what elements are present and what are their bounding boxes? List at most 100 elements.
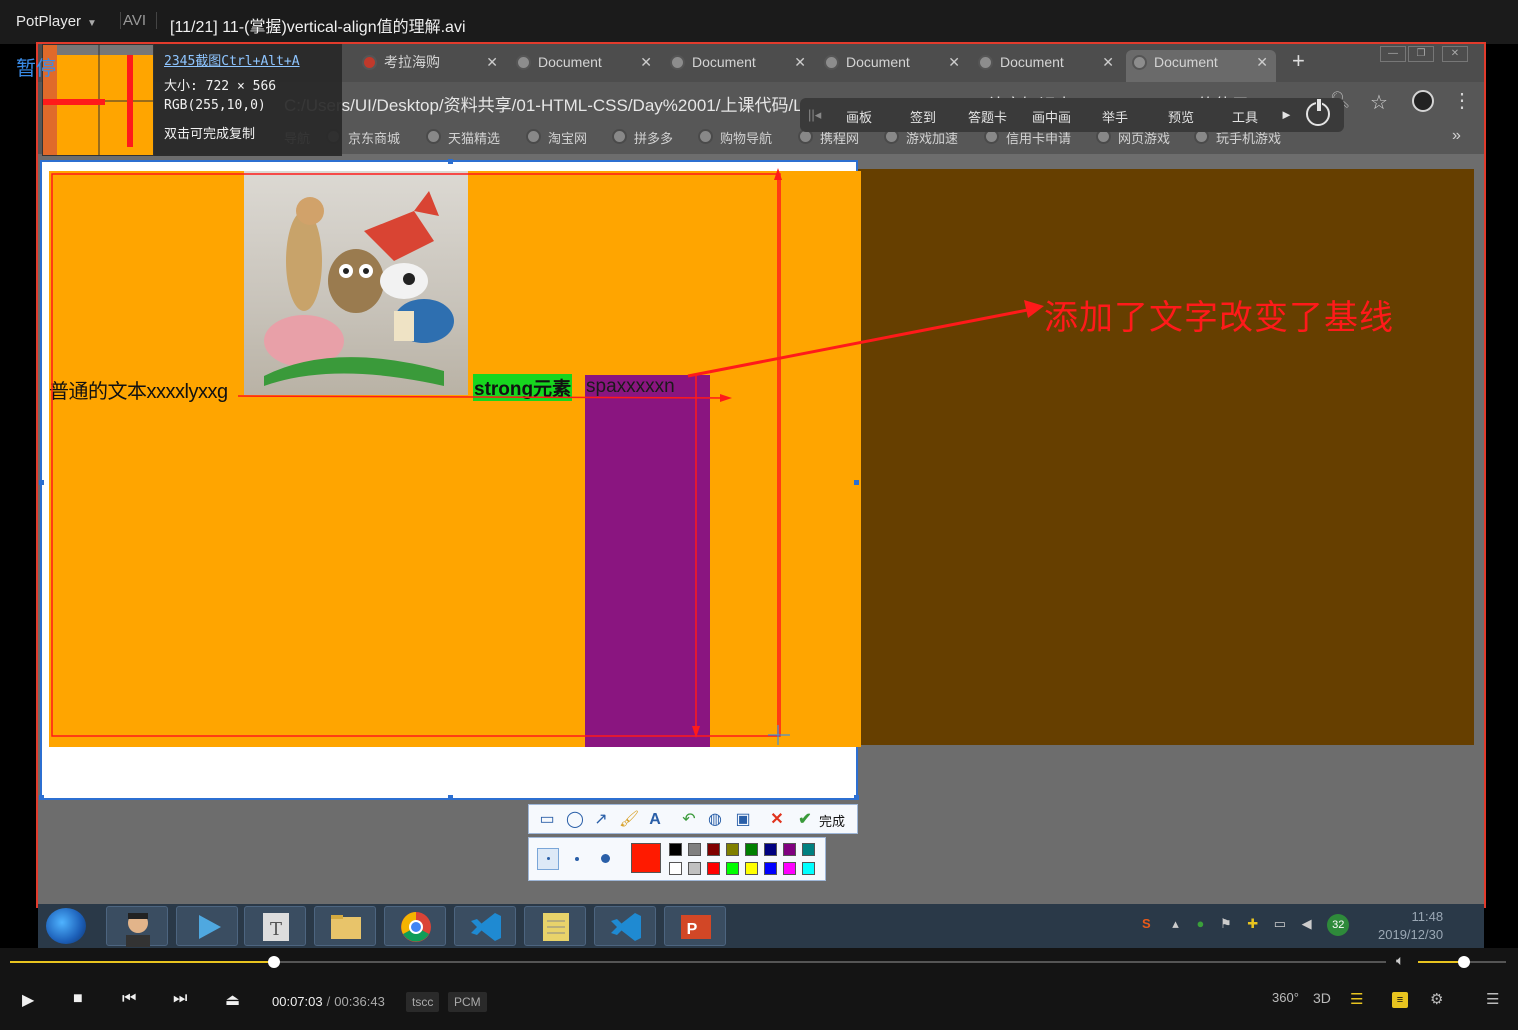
chevron-down-icon: ▼ bbox=[87, 18, 97, 29]
start-button[interactable] bbox=[46, 908, 86, 944]
color-swatch[interactable] bbox=[688, 862, 701, 875]
clock-time: 11:48 bbox=[1411, 909, 1444, 924]
notepad-icon bbox=[543, 913, 569, 941]
rectangle-tool-icon[interactable]: ▭ bbox=[537, 810, 557, 830]
color-swatch[interactable] bbox=[707, 862, 720, 875]
color-swatch[interactable] bbox=[802, 862, 815, 875]
tray-expand-icon[interactable]: ▴ bbox=[1172, 916, 1179, 931]
taskbar-app-explorer[interactable] bbox=[314, 906, 376, 946]
cancel-icon[interactable]: ✕ bbox=[767, 810, 787, 830]
capture-size: 大小: 722 × 566 bbox=[164, 79, 277, 94]
selected-color[interactable] bbox=[631, 843, 661, 873]
save-icon[interactable]: ▣ bbox=[733, 810, 753, 830]
volume-knob[interactable] bbox=[1457, 956, 1470, 968]
vscode-icon bbox=[471, 913, 501, 941]
color-palette bbox=[528, 837, 826, 881]
time-current: 00:07:03 bbox=[272, 994, 323, 1009]
time-display: 00:07:03/00:36:43 bbox=[272, 994, 385, 1009]
next-button[interactable]: ⏭︎ bbox=[173, 990, 187, 1008]
vscode-icon bbox=[611, 913, 641, 941]
hamburger-menu-icon[interactable]: ☰ bbox=[1486, 990, 1499, 1008]
speaker-icon[interactable]: ◀ bbox=[1302, 916, 1312, 931]
color-swatch[interactable] bbox=[726, 843, 739, 856]
taskbar-app-avatar[interactable] bbox=[106, 906, 168, 947]
taskbar-app-vscode-2[interactable] bbox=[594, 906, 656, 946]
magnifier bbox=[42, 44, 154, 156]
player-menu-button[interactable]: PotPlayer ▼ bbox=[6, 6, 110, 38]
undo-icon[interactable]: ↶ bbox=[679, 810, 699, 830]
svg-text:T: T bbox=[270, 919, 282, 940]
svg-text:P: P bbox=[687, 921, 698, 938]
tray-security-icon[interactable]: ● bbox=[1196, 916, 1204, 931]
large-dot-size[interactable] bbox=[601, 854, 610, 863]
play-icon bbox=[199, 915, 221, 939]
sogou-icon[interactable]: S bbox=[1142, 916, 1151, 931]
capture-hint: 双击可完成复制 bbox=[164, 127, 256, 142]
player-controls: 🔈︎ ▶ ■ ⏮︎ ⏭︎ ⏏︎ 00:07:03/00:36:43 tscc P… bbox=[0, 948, 1518, 1030]
eject-button[interactable]: ⏏︎ bbox=[225, 990, 240, 1010]
capture-toolbar: ▭ ◯ ↗ 🖌︎ A ↶ ◍ ▣ ✕ ✔ 完成 bbox=[528, 804, 858, 834]
color-swatch[interactable] bbox=[707, 843, 720, 856]
network-icon[interactable]: ▭ bbox=[1274, 916, 1286, 931]
person-icon bbox=[126, 913, 150, 947]
magnifier-view bbox=[43, 45, 153, 155]
volume-level bbox=[1418, 961, 1464, 963]
folder-icon bbox=[331, 915, 361, 939]
taskbar-clock[interactable]: 11:48 2019/12/30 bbox=[1378, 908, 1443, 944]
subtitle-icon[interactable]: ≡ bbox=[1392, 992, 1408, 1008]
color-swatch[interactable] bbox=[764, 843, 777, 856]
medium-dot-size[interactable] bbox=[575, 857, 579, 861]
taskbar-app-vscode[interactable] bbox=[454, 906, 516, 946]
color-swatch[interactable] bbox=[783, 862, 796, 875]
clock-date: 2019/12/30 bbox=[1378, 927, 1444, 942]
playlist-search-icon[interactable]: ☰ bbox=[1350, 990, 1363, 1008]
color-swatch[interactable] bbox=[764, 862, 777, 875]
screen: PotPlayer ▼ AVI [11/21] 11-(掌握)vertical-a… bbox=[0, 0, 1518, 1030]
previous-button[interactable]: ⏮︎ bbox=[122, 990, 136, 1008]
3d-button[interactable]: 3D bbox=[1313, 990, 1331, 1006]
arrow-tool-icon[interactable]: ↗ bbox=[591, 810, 611, 830]
text-tool-icon[interactable]: A bbox=[645, 810, 665, 830]
taskbar-app-notes[interactable] bbox=[524, 906, 586, 946]
taskbar: T P S ▴ ● ⚑ ✚ ▭ ◀ 32 11:48 2019/12/30 bbox=[38, 904, 1484, 948]
taskbar-app-text[interactable]: T bbox=[244, 906, 306, 946]
taskbar-app-chrome[interactable] bbox=[384, 906, 446, 946]
seek-knob[interactable] bbox=[268, 956, 281, 968]
notification-badge[interactable]: 32 bbox=[1327, 914, 1350, 936]
annotation-drawings bbox=[51, 168, 1044, 745]
capture-tool-title: 2345截图Ctrl+Alt+A bbox=[164, 54, 300, 69]
color-swatch[interactable] bbox=[688, 843, 701, 856]
brush-tool-icon[interactable]: 🖌︎ bbox=[619, 810, 639, 830]
ellipse-tool-icon[interactable]: ◯ bbox=[565, 810, 585, 830]
color-swatch[interactable] bbox=[783, 843, 796, 856]
volume-icon[interactable]: 🔈︎ bbox=[1396, 952, 1404, 969]
player-titlebar: PotPlayer ▼ AVI [11/21] 11-(掌握)vertical-a… bbox=[0, 0, 1518, 44]
stop-button[interactable]: ■ bbox=[73, 990, 83, 1008]
color-swatch[interactable] bbox=[669, 862, 682, 875]
annotation-text: 添加了文字改变了基线 bbox=[1044, 299, 1394, 337]
app-name: PotPlayer bbox=[16, 13, 82, 30]
taskbar-app-video[interactable] bbox=[176, 906, 238, 946]
gear-icon[interactable]: ⚙ bbox=[1430, 990, 1443, 1008]
color-swatch[interactable] bbox=[745, 862, 758, 875]
play-button[interactable]: ▶ bbox=[22, 990, 34, 1010]
chrome-icon bbox=[401, 912, 431, 942]
video-frame[interactable]: 考拉海购 ✕ Document ✕ Document ✕ Document ✕ … bbox=[38, 44, 1484, 906]
vr360-button[interactable]: 360° bbox=[1272, 990, 1299, 1005]
tray-plus-icon[interactable]: ✚ bbox=[1247, 916, 1258, 931]
color-swatch[interactable] bbox=[745, 843, 758, 856]
volume-slider[interactable] bbox=[1418, 956, 1506, 968]
seek-bar[interactable] bbox=[10, 956, 1386, 968]
annotation-baseline-line bbox=[237, 395, 729, 399]
done-button[interactable]: 完成 bbox=[819, 811, 845, 830]
taskbar-app-powerpoint[interactable]: P bbox=[664, 906, 726, 946]
video-codec-badge: tscc bbox=[406, 992, 440, 1012]
color-swatch[interactable] bbox=[726, 862, 739, 875]
color-swatch[interactable] bbox=[669, 843, 682, 856]
check-icon[interactable]: ✔ bbox=[795, 810, 815, 830]
upload-icon[interactable]: ◍ bbox=[705, 810, 725, 830]
format-label: AVI bbox=[120, 12, 158, 29]
flag-icon[interactable]: ⚑ bbox=[1220, 916, 1232, 931]
annotation-rectangle bbox=[51, 173, 781, 737]
color-swatch[interactable] bbox=[802, 843, 815, 856]
